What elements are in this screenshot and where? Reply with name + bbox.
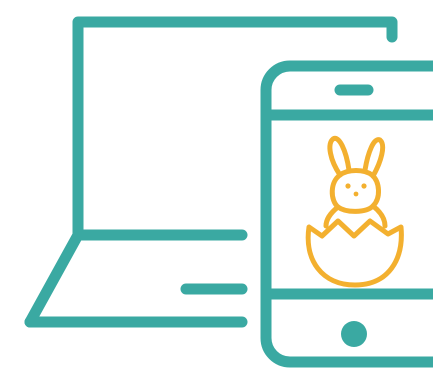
smartphone-icon <box>260 60 433 368</box>
bunny-right-eye <box>361 183 367 189</box>
bunny-face <box>345 183 367 197</box>
laptop-base-left-edge <box>24 229 84 328</box>
illustration <box>0 0 433 374</box>
easter-bunny-in-egg-icon <box>305 135 404 288</box>
bunny-left-eye <box>345 183 351 189</box>
egg-shell <box>305 218 404 288</box>
laptop-screen-outline <box>72 16 398 239</box>
devices-illustration <box>24 16 433 368</box>
bunny-nose <box>353 191 359 197</box>
phone-home-button <box>341 321 367 347</box>
